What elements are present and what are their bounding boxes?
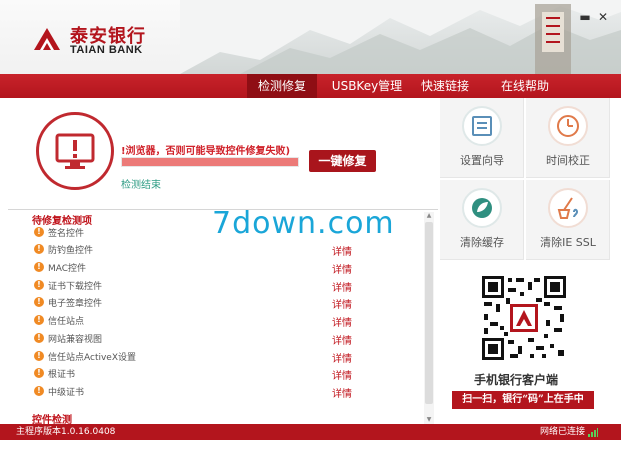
warning-icon: ! bbox=[34, 227, 44, 237]
item-label: MAC控件 bbox=[48, 264, 87, 274]
item-label: 网站兼容视图 bbox=[48, 335, 103, 345]
list-item: ! 网站兼容视图 详情 bbox=[32, 331, 362, 348]
item-label: 防钓鱼控件 bbox=[48, 246, 94, 256]
warning-icon: ! bbox=[34, 297, 44, 307]
mobile-banking-banner: 扫一扫，银行“码”上在手中 bbox=[452, 391, 594, 409]
watermark-text: 7down.com bbox=[212, 206, 395, 241]
bank-logo-icon bbox=[34, 28, 60, 50]
signal-icon bbox=[588, 428, 598, 437]
mountain-banner-image bbox=[180, 0, 621, 74]
app-header: 泰安银行 TAIAN BANK ▬ ✕ bbox=[0, 0, 621, 74]
control-check-header: 控件检测 bbox=[32, 415, 72, 424]
clock-icon bbox=[548, 106, 588, 146]
setup-wizard-icon bbox=[462, 106, 502, 146]
scan-progress-bar bbox=[121, 157, 299, 167]
tool-label: 时间校正 bbox=[546, 154, 590, 167]
tab-quick-links[interactable]: 快速链接 bbox=[412, 74, 478, 98]
list-item: ! 电子签章控件 详情 bbox=[32, 295, 362, 312]
tool-clear-ie-ssl[interactable]: 清除IE SSL bbox=[526, 180, 610, 260]
list-item: ! 根证书 详情 bbox=[32, 366, 362, 383]
tool-label: 清除缓存 bbox=[460, 236, 504, 249]
detail-link[interactable]: 详情 bbox=[332, 314, 352, 329]
tool-label: 设置向导 bbox=[460, 154, 504, 167]
close-button[interactable]: ✕ bbox=[596, 10, 610, 24]
network-status-text: 网络已连接 bbox=[540, 427, 586, 437]
warning-icon: ! bbox=[34, 386, 44, 396]
item-label: 中级证书 bbox=[48, 388, 85, 398]
scroll-up-icon[interactable]: ▲ bbox=[424, 212, 434, 220]
one-click-repair-button[interactable]: 一键修复 bbox=[309, 150, 376, 172]
list-item: ! 信任站点ActiveX设置 详情 bbox=[32, 349, 362, 366]
scan-progress-fill bbox=[122, 158, 298, 166]
scroll-thumb[interactable] bbox=[425, 222, 433, 404]
item-label: 签名控件 bbox=[48, 229, 85, 239]
detail-link[interactable]: 详情 bbox=[332, 367, 352, 382]
list-item: ! MAC控件 详情 bbox=[32, 260, 362, 277]
check-list: 待修复检测项 ! 签名控件 ! 防钓鱼控件 详情 ! MAC控件 详情 ! 证书… bbox=[8, 212, 426, 424]
mobile-banking-title: 手机银行客户端 bbox=[474, 373, 559, 387]
warning-icon: ! bbox=[34, 333, 44, 343]
list-item: ! 信任站点 详情 bbox=[32, 313, 362, 330]
warning-icon: ! bbox=[34, 244, 44, 254]
detail-link[interactable]: 详情 bbox=[332, 243, 352, 258]
list-item: ! 证书下载控件 详情 bbox=[32, 278, 362, 295]
status-bar: 主程序版本1.0.16.0408 网络已连接 bbox=[0, 424, 621, 440]
status-warning-text: !浏览器，否则可能导致控件修复失败) bbox=[121, 146, 291, 156]
status-detail-text: 检测结束 bbox=[121, 180, 161, 191]
tab-detect-repair[interactable]: 检测修复 bbox=[247, 74, 317, 98]
version-text: 主程序版本1.0.16.0408 bbox=[16, 427, 116, 437]
list-scrollbar[interactable]: ▲ ▼ bbox=[424, 212, 434, 424]
minimize-button[interactable]: ▬ bbox=[578, 10, 592, 24]
detail-link[interactable]: 详情 bbox=[332, 385, 352, 400]
detail-link[interactable]: 详情 bbox=[332, 296, 352, 311]
leaf-icon bbox=[462, 188, 502, 228]
item-label: 信任站点ActiveX设置 bbox=[48, 353, 137, 363]
scroll-down-icon[interactable]: ▼ bbox=[424, 416, 434, 424]
broom-icon bbox=[548, 188, 588, 228]
warning-icon: ! bbox=[34, 315, 44, 325]
main-nav: 检测修复 USBKey管理 快速链接 在线帮助 bbox=[0, 74, 621, 98]
tool-time-correction[interactable]: 时间校正 bbox=[526, 98, 610, 178]
bank-name-english: TAIAN BANK bbox=[70, 44, 143, 56]
tools-panel: 设置向导 时间校正 清除缓存 清除IE SSL bbox=[440, 98, 610, 260]
detection-panel: !浏览器，否则可能导致控件修复失败) 检测结束 一键修复 待修复检测项 ! 签名… bbox=[8, 98, 438, 424]
item-label: 证书下载控件 bbox=[48, 282, 103, 292]
item-label: 根证书 bbox=[48, 370, 76, 380]
warning-icon: ! bbox=[34, 280, 44, 290]
list-item: ! 中级证书 详情 bbox=[32, 384, 362, 401]
qr-code-image bbox=[480, 274, 568, 362]
item-label: 电子签章控件 bbox=[48, 299, 103, 309]
monitor-alert-icon bbox=[55, 133, 95, 169]
detail-link[interactable]: 详情 bbox=[332, 350, 352, 365]
window-bottom-edge bbox=[0, 440, 621, 454]
warning-icon: ! bbox=[34, 351, 44, 361]
detail-link[interactable]: 详情 bbox=[332, 332, 352, 347]
item-label: 信任站点 bbox=[48, 317, 85, 327]
tool-setup-wizard[interactable]: 设置向导 bbox=[440, 98, 524, 178]
warning-icon: ! bbox=[34, 262, 44, 272]
status-indicator bbox=[36, 112, 114, 190]
tab-online-help[interactable]: 在线帮助 bbox=[492, 74, 558, 98]
tab-usbkey[interactable]: USBKey管理 bbox=[327, 74, 407, 98]
tool-clear-cache[interactable]: 清除缓存 bbox=[440, 180, 524, 260]
detail-link[interactable]: 详情 bbox=[332, 279, 352, 294]
detail-link[interactable]: 详情 bbox=[332, 261, 352, 276]
list-item: ! 防钓鱼控件 详情 bbox=[32, 242, 362, 259]
warning-icon: ! bbox=[34, 368, 44, 378]
tool-label: 清除IE SSL bbox=[540, 236, 596, 249]
